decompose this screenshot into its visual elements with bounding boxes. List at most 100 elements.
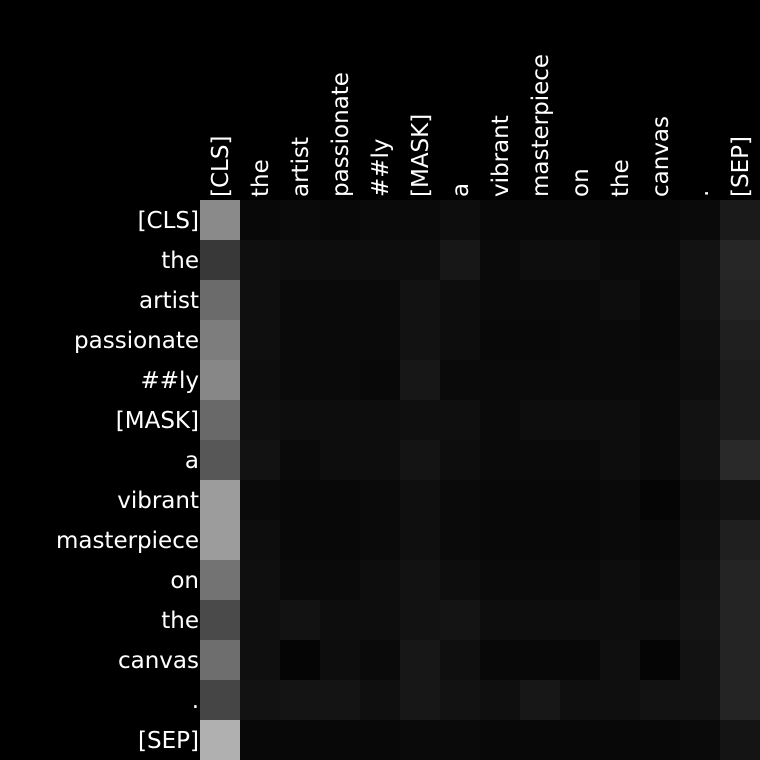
heatmap-cell [480, 520, 520, 560]
y-tick-label: [CLS] [138, 208, 199, 234]
heatmap-cell [200, 600, 240, 640]
heatmap-cell [200, 240, 240, 280]
x-tick-label: passionate [328, 72, 354, 197]
heatmap-cell [400, 200, 440, 240]
heatmap-cell [720, 240, 760, 280]
x-axis-token-labels: [CLS] the artist passionate ##ly [MASK] a vibra… [208, 54, 754, 197]
heatmap-cell [600, 240, 640, 280]
heatmap-cell [440, 640, 480, 680]
x-tick-label: artist [288, 137, 314, 197]
heatmap-cell [480, 280, 520, 320]
heatmap-cell [560, 560, 600, 600]
heatmap-cell [560, 480, 600, 520]
heatmap-cell [280, 280, 320, 320]
heatmap-cell [400, 640, 440, 680]
heatmap-cell [720, 200, 760, 240]
heatmap-cell [400, 560, 440, 600]
heatmap-cell [200, 400, 240, 440]
heatmap-cell [680, 320, 720, 360]
y-axis-token-labels: [CLS] the artist passionate ##ly [MASK] a vibra… [56, 208, 199, 754]
heatmap-cell [440, 240, 480, 280]
heatmap-cell [400, 280, 440, 320]
heatmap-cell [600, 320, 640, 360]
y-tick-label: vibrant [117, 488, 199, 514]
heatmap-cell [520, 200, 560, 240]
x-tick-label: . [688, 190, 714, 197]
x-tick-label: a [448, 183, 474, 197]
heatmap-cell [680, 520, 720, 560]
heatmap-cell [400, 440, 440, 480]
heatmap-cell [640, 240, 680, 280]
heatmap-cell [320, 360, 360, 400]
heatmap-cell [520, 240, 560, 280]
heatmap-cell [240, 520, 280, 560]
heatmap-cell [600, 440, 640, 480]
heatmap-cell [520, 600, 560, 640]
heatmap-cell [400, 600, 440, 640]
heatmap-cell [280, 360, 320, 400]
heatmap-cell [440, 560, 480, 600]
heatmap-cell [720, 720, 760, 760]
heatmap-cell [440, 520, 480, 560]
heatmap-cell [360, 720, 400, 760]
heatmap-cell [640, 600, 680, 640]
heatmap-cell [560, 680, 600, 720]
x-tick-label: on [568, 168, 594, 197]
heatmap-cell [440, 280, 480, 320]
heatmap-cell [520, 640, 560, 680]
heatmap-cell [640, 720, 680, 760]
heatmap-cell [560, 280, 600, 320]
heatmap-cell [240, 680, 280, 720]
heatmap-cell [280, 720, 320, 760]
heatmap-cell [360, 280, 400, 320]
heatmap-cell [200, 480, 240, 520]
heatmap-cell [640, 560, 680, 600]
y-tick-label: the [161, 608, 199, 634]
x-tick-label: the [608, 159, 634, 197]
heatmap-cell [680, 280, 720, 320]
heatmap-cell [320, 400, 360, 440]
heatmap-cell [320, 680, 360, 720]
attention-heatmap: [CLS] the artist passionate ##ly [MASK] a vibra… [56, 54, 760, 760]
heatmap-cell [680, 560, 720, 600]
x-tick-label: [CLS] [208, 136, 234, 197]
heatmap-cell [480, 680, 520, 720]
x-tick-label: canvas [648, 116, 674, 197]
heatmap-cell [320, 280, 360, 320]
heatmap-cell [240, 320, 280, 360]
y-tick-label: ##ly [140, 368, 199, 394]
heatmap-cell [280, 200, 320, 240]
heatmap-cell [400, 240, 440, 280]
heatmap-cell [600, 560, 640, 600]
heatmap-cell [720, 520, 760, 560]
heatmap-cell [640, 640, 680, 680]
heatmap-cell [280, 480, 320, 520]
heatmap-cell [560, 520, 600, 560]
heatmap-cell [600, 280, 640, 320]
heatmap-cell [640, 320, 680, 360]
heatmap-cell [360, 240, 400, 280]
heatmap-cell [640, 440, 680, 480]
heatmap-cell [640, 200, 680, 240]
y-tick-label: canvas [118, 648, 199, 674]
heatmap-cell [240, 240, 280, 280]
heatmap-cell [680, 240, 720, 280]
heatmap-cell [200, 720, 240, 760]
heatmap-cell [520, 440, 560, 480]
heatmap-cell [320, 440, 360, 480]
heatmap-cell [520, 360, 560, 400]
y-tick-label: the [161, 248, 199, 274]
heatmap-cell [680, 400, 720, 440]
heatmap-cell [320, 600, 360, 640]
heatmap-cell [520, 480, 560, 520]
heatmap-cell [240, 560, 280, 600]
heatmap-cell [400, 320, 440, 360]
heatmap-cell [360, 600, 400, 640]
heatmap-cell [280, 240, 320, 280]
heatmap-cell [240, 440, 280, 480]
heatmap-cell [400, 480, 440, 520]
heatmap-cell [320, 200, 360, 240]
heatmap-cell [280, 600, 320, 640]
heatmap-cell [520, 560, 560, 600]
heatmap-cell [480, 240, 520, 280]
